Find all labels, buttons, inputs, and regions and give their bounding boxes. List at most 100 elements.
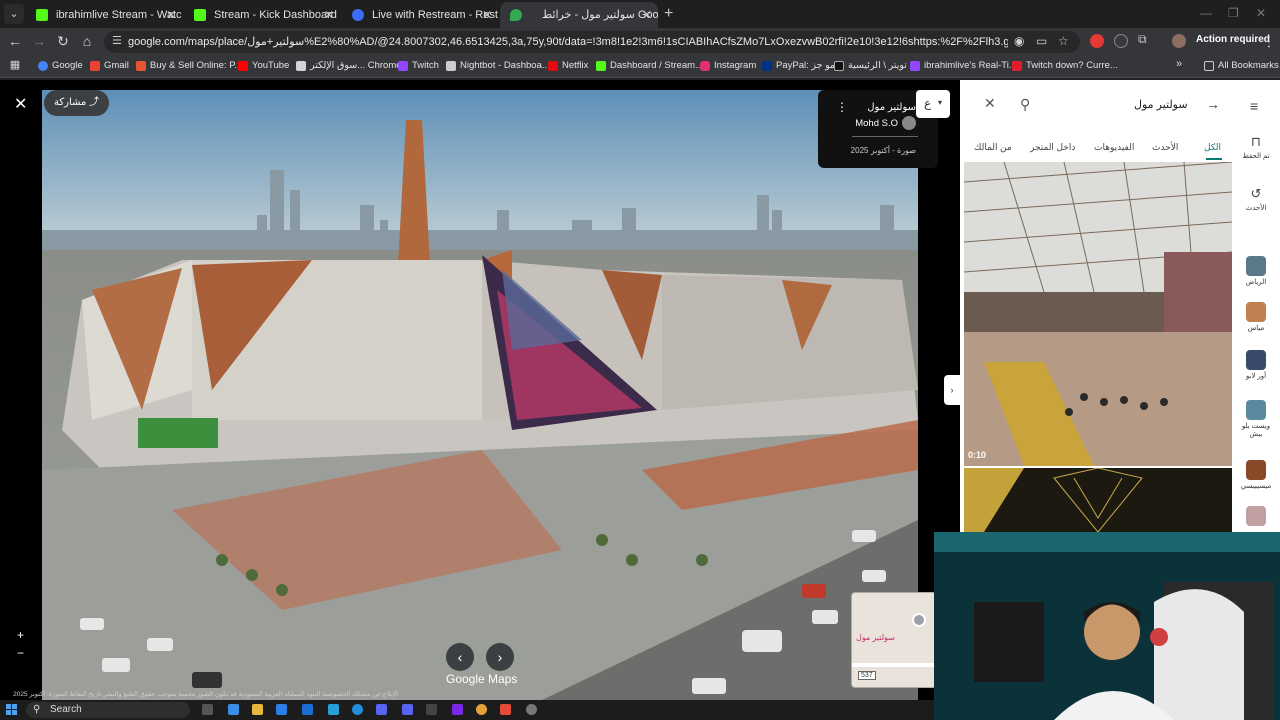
search-icon[interactable]: ⚲ (1020, 96, 1030, 113)
contributor-name[interactable]: Mohd S.O (855, 118, 898, 129)
rail-place-2[interactable]: مياس (1236, 302, 1276, 332)
address-bar[interactable]: ☰ google.com/maps/place/سولتير+مول%E2%80… (104, 31, 1080, 53)
cast-icon[interactable]: ▭ (1036, 34, 1047, 48)
location-icon[interactable]: ◉ (1014, 34, 1024, 48)
more-options-icon[interactable]: ⋮ (836, 100, 848, 114)
place-photo[interactable] (42, 90, 918, 700)
tab-strip: ⌄ ibrahimlive Stream - Watch Live ✕ Stre… (0, 0, 1280, 28)
back-arrow-icon[interactable]: → (1206, 96, 1220, 112)
forward-icon[interactable]: → (30, 33, 48, 49)
arabic-key-label: ع (924, 96, 932, 110)
place-name[interactable]: سولتير مول (867, 102, 916, 113)
hamburger-menu-icon[interactable]: ≡ (1250, 98, 1258, 114)
app-icon[interactable] (426, 704, 437, 715)
tab-kick-dashboard[interactable]: Stream - Kick Dashboard ✕ (184, 2, 340, 28)
close-tab-icon[interactable]: ✕ (324, 2, 334, 28)
extensions-puzzle-icon[interactable]: ⧉ (1138, 32, 1152, 46)
rail-place-4[interactable]: ويست بلو بيش (1236, 400, 1276, 438)
tab-inside-store[interactable]: داخل المتجر (1030, 142, 1075, 153)
url-text[interactable]: google.com/maps/place/سولتير+مول%E2%80%A… (128, 35, 1008, 48)
extension-icon[interactable] (1114, 34, 1128, 48)
app-icon[interactable] (526, 704, 537, 715)
close-window-icon[interactable]: ✕ (1256, 6, 1266, 20)
profile-avatar[interactable] (1172, 34, 1186, 48)
rail-place-3[interactable]: أور لابو (1236, 350, 1276, 380)
maximize-icon[interactable]: ❐ (1228, 6, 1239, 20)
tab-search-button[interactable]: ⌄ (4, 4, 24, 24)
rail-recent[interactable]: ↺ الأحدث (1236, 186, 1276, 212)
contributor-avatar[interactable] (902, 116, 916, 130)
tab-google-maps[interactable]: سولتير مول - خرائط Google ✕ (500, 2, 658, 28)
taskbar-search[interactable]: ⚲ Search (26, 702, 190, 718)
next-photo-button[interactable]: › (486, 643, 514, 671)
menu-kebab-icon[interactable]: ⋮ (1260, 33, 1278, 50)
tab-videos[interactable]: الفيديوهات (1094, 142, 1134, 153)
gallery-video-thumbnail[interactable]: 0:10 (964, 162, 1232, 466)
file-explorer-icon[interactable] (252, 704, 263, 715)
reload-icon[interactable]: ↻ (54, 33, 72, 50)
tab-by-owner[interactable]: من المالك (974, 142, 1012, 153)
app-icon[interactable] (302, 704, 313, 715)
new-tab-button[interactable]: + (664, 4, 673, 24)
bookmark-nightbot[interactable]: Nightbot - Dashboa... (446, 60, 550, 71)
bookmark-icon: ⊓ (1250, 134, 1262, 149)
more-bookmarks-icon[interactable]: » (1170, 58, 1188, 70)
rail-place-6[interactable] (1236, 506, 1276, 528)
task-view-icon[interactable] (202, 704, 213, 715)
action-required-button[interactable]: Action required (1196, 34, 1270, 45)
apps-grid-icon[interactable]: ▦ (6, 58, 24, 71)
tab-kick-watch[interactable]: ibrahimlive Stream - Watch Live ✕ (26, 2, 182, 28)
app-icon[interactable] (452, 704, 463, 715)
search-query[interactable]: سولتير مول (1134, 98, 1188, 111)
tab-all[interactable]: الكل (1204, 142, 1221, 153)
bookmark-twitch-down[interactable]: Twitch down? Curre... (1012, 60, 1118, 71)
bookmark-star-icon[interactable]: ☆ (1058, 34, 1069, 48)
home-icon[interactable]: ⌂ (78, 33, 96, 49)
edge-icon[interactable] (352, 704, 363, 715)
site-info-icon[interactable]: ☰ (112, 34, 122, 47)
discord-icon[interactable] (402, 704, 413, 715)
bookmark-realtime[interactable]: ibrahimlive's Real-Ti... (910, 60, 1017, 71)
rail-saved[interactable]: ⊓ تم الحفظ (1236, 134, 1276, 160)
close-tab-icon[interactable]: ✕ (482, 2, 492, 28)
app-icon[interactable] (376, 704, 387, 715)
bookmark-paypal[interactable]: PayPal: المو جز (762, 60, 841, 71)
bookmark-google[interactable]: Google (38, 60, 83, 71)
bookmark-instagram[interactable]: Instagram (700, 60, 756, 71)
extension-red-icon[interactable] (1090, 34, 1104, 48)
gallery-thumbnail[interactable] (964, 468, 1232, 532)
rail-place-5[interactable]: ميسيبيسي (1236, 460, 1276, 490)
minimap[interactable]: سولتير مول 537 (851, 592, 937, 688)
bookmark-netflix[interactable]: Netflix (548, 60, 588, 71)
prev-photo-button[interactable]: ‹ (446, 643, 474, 671)
zoom-in-icon[interactable]: + (17, 628, 24, 642)
panel-search-box[interactable]: → سولتير مول ⚲ ✕ (974, 90, 1222, 120)
close-viewer-icon[interactable]: ✕ (14, 94, 27, 114)
bookmark-twitter[interactable]: تويتر \ الرئيسية (834, 60, 907, 71)
bookmark-gmail[interactable]: Gmail (90, 60, 129, 71)
minimize-icon[interactable]: — (1200, 6, 1212, 20)
copilot-icon[interactable] (228, 704, 239, 715)
all-bookmarks-folder[interactable]: All Bookmarks (1204, 60, 1279, 71)
bookmark-youtube[interactable]: YouTube (238, 60, 289, 71)
close-tab-icon[interactable]: ✕ (642, 2, 652, 28)
maps-pin-icon[interactable] (500, 704, 511, 715)
tab-latest[interactable]: الأحدث (1152, 142, 1178, 153)
app-icon[interactable] (328, 704, 339, 715)
bookmark-souq[interactable]: سوق الإلكتر... Chrome (296, 60, 402, 71)
zoom-out-icon[interactable]: − (17, 646, 24, 660)
share-button[interactable]: مشاركة ⤴ (44, 90, 110, 116)
tab-restream[interactable]: Live with Restream - Restream ✕ (342, 2, 498, 28)
chrome-icon[interactable] (476, 704, 487, 715)
collapse-panel-button[interactable]: › (944, 375, 960, 405)
bookmark-twitch[interactable]: Twitch (398, 60, 439, 71)
close-tab-icon[interactable]: ✕ (166, 2, 176, 28)
input-tools-button[interactable]: ع ▾ (916, 90, 950, 118)
bookmark-kick-dashboard[interactable]: Dashboard / Stream... (596, 60, 703, 71)
back-icon[interactable]: ← (6, 33, 24, 49)
windows-start-icon[interactable] (6, 704, 18, 716)
rail-place-riyadh[interactable]: الرياض (1236, 256, 1276, 286)
bookmark-buy-sell[interactable]: Buy & Sell Online: P... (136, 60, 242, 71)
clear-search-icon[interactable]: ✕ (984, 95, 996, 112)
store-icon[interactable] (276, 704, 287, 715)
